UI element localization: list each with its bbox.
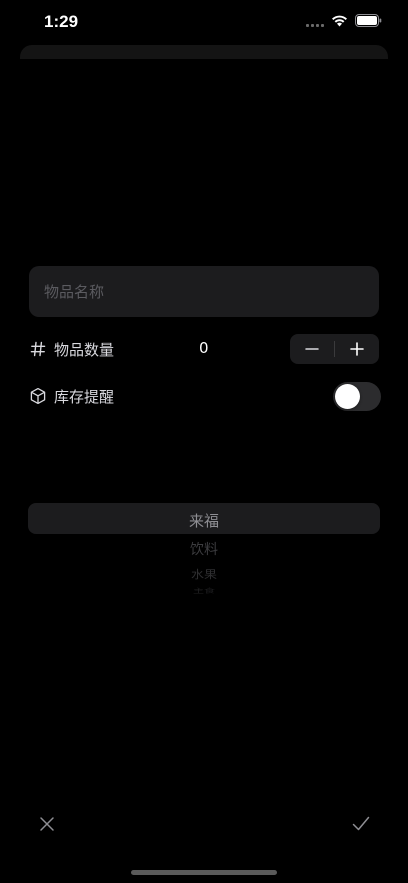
cellular-signal-icon xyxy=(306,15,324,27)
checkmark-icon xyxy=(352,816,370,831)
item-name-input[interactable] xyxy=(44,282,364,301)
hashtag-icon xyxy=(29,340,47,358)
item-name-field[interactable] xyxy=(29,266,379,317)
picker-option[interactable]: 水果 xyxy=(28,565,380,582)
confirm-button[interactable] xyxy=(349,812,373,836)
increment-button[interactable] xyxy=(335,334,379,364)
cancel-button[interactable] xyxy=(35,812,59,836)
stock-reminder-row: 库存提醒 xyxy=(29,380,381,412)
category-picker[interactable]: 来福 饮料 水果 主食 xyxy=(28,503,380,603)
stock-reminder-label: 库存提醒 xyxy=(54,387,115,406)
status-bar: 1:29 xyxy=(0,0,408,44)
quantity-row: 物品数量 0 xyxy=(29,333,381,365)
status-time: 1:29 xyxy=(44,12,79,31)
picker-option[interactable]: 主食 xyxy=(28,587,380,596)
picker-option[interactable]: 来福 xyxy=(28,510,380,531)
quantity-stepper[interactable] xyxy=(290,334,379,364)
plus-icon xyxy=(350,342,364,356)
stock-reminder-toggle[interactable] xyxy=(333,382,381,411)
sheet-top-edge xyxy=(20,45,388,59)
picker-option[interactable]: 饮料 xyxy=(28,539,380,559)
wifi-icon xyxy=(332,15,347,27)
quantity-label: 物品数量 xyxy=(54,340,115,359)
close-icon xyxy=(40,817,54,831)
decrement-button[interactable] xyxy=(290,334,334,364)
minus-icon xyxy=(305,348,319,350)
toggle-knob xyxy=(335,384,360,409)
quantity-value: 0 xyxy=(199,339,209,357)
cube-icon xyxy=(29,387,47,405)
status-icons xyxy=(306,14,382,27)
home-indicator xyxy=(131,870,277,875)
battery-icon xyxy=(355,14,382,27)
item-editor-screen: 1:29 物品数量 0 xyxy=(0,0,408,883)
